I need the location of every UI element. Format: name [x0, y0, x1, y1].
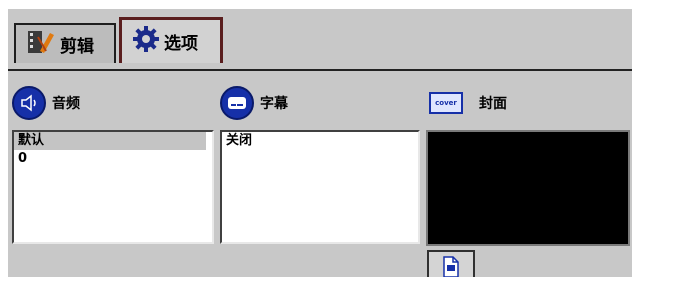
speaker-icon — [12, 86, 46, 120]
list-item[interactable]: 默认 — [14, 132, 206, 150]
cover-icon-text: cover — [435, 99, 457, 107]
audio-title: 音频 — [52, 96, 80, 112]
gear-icon — [132, 25, 160, 58]
file-icon — [440, 255, 462, 281]
choose-cover-button[interactable] — [427, 250, 475, 278]
cover-title: 封面 — [479, 96, 507, 112]
tab-options[interactable]: 选项 — [119, 17, 223, 63]
film-edit-icon — [26, 29, 56, 60]
tab-divider — [8, 69, 632, 71]
tab-options-label: 选项 — [164, 34, 198, 54]
tab-edit-label: 剪辑 — [60, 36, 94, 57]
cover-preview — [426, 130, 630, 246]
cover-icon: cover — [429, 92, 463, 114]
subtitle-header: 字幕 — [220, 85, 288, 121]
subtitle-icon — [220, 86, 254, 120]
tab-edit[interactable]: 剪辑 — [14, 23, 116, 63]
subtitle-title: 字幕 — [260, 96, 288, 112]
subtitle-track-list[interactable]: 关闭 — [220, 130, 420, 244]
cover-header: cover 封面 — [429, 85, 507, 121]
list-item[interactable]: 关闭 — [222, 132, 418, 150]
audio-header: 音频 — [12, 85, 80, 121]
list-item[interactable]: 0 — [14, 150, 212, 168]
audio-track-list[interactable]: 默认 0 — [12, 130, 214, 244]
